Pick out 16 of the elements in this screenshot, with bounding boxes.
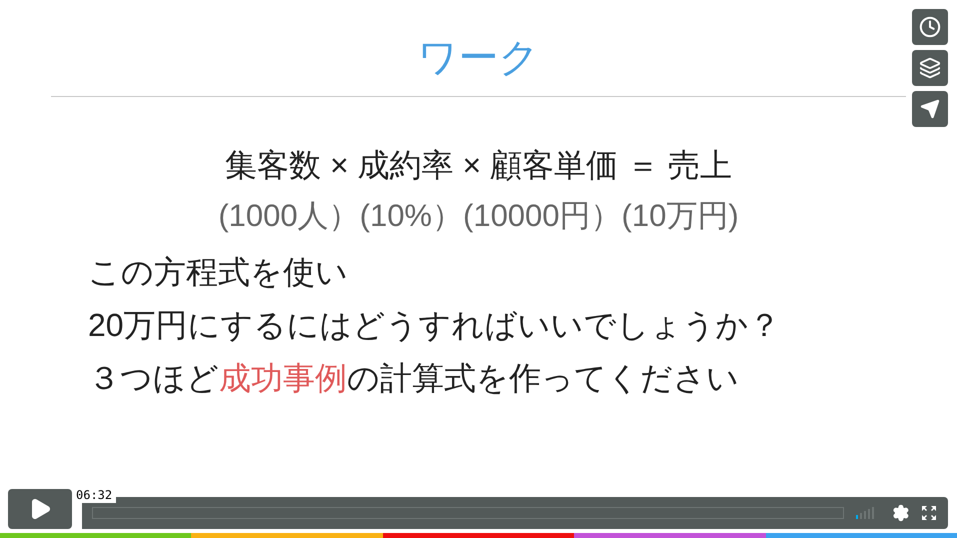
progress-track[interactable] (92, 507, 844, 519)
slide-text-line: この方程式を使い (88, 253, 349, 292)
share-button[interactable] (912, 91, 948, 127)
volume-meter[interactable] (856, 507, 874, 519)
collections-button[interactable] (912, 50, 948, 86)
paper-plane-icon (920, 99, 940, 119)
watch-later-button[interactable] (912, 9, 948, 45)
fullscreen-icon[interactable] (922, 506, 936, 520)
slide-title: ワーク (418, 35, 540, 82)
formula-text: 集客数 × 成約率 × 顧客単価 ＝ 売上 (225, 146, 732, 185)
slide-text-line: 20万円にするにはどうすればいいでしょうか？ (88, 306, 782, 345)
clock-icon (919, 16, 941, 38)
play-button[interactable] (8, 489, 72, 529)
slide-text-line: ３つほど成功事例の計算式を作ってください (88, 359, 740, 398)
layers-icon (919, 57, 941, 79)
example-values: (1000人）(10%）(10000円）(10万円) (218, 197, 739, 235)
